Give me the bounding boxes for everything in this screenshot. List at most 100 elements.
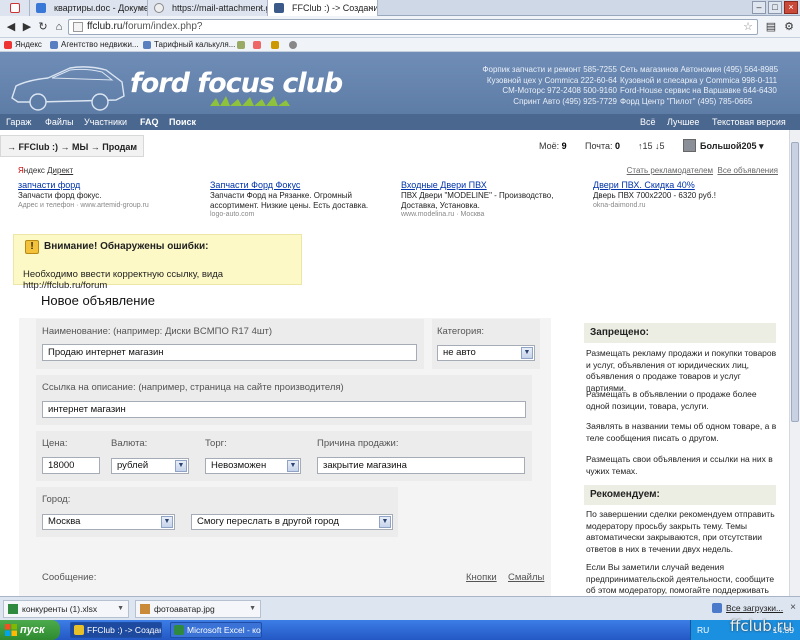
menu-all[interactable]: Всё bbox=[640, 114, 656, 130]
wrench-icon[interactable]: ⚙ bbox=[782, 20, 796, 34]
maximize-icon[interactable]: □ bbox=[768, 1, 782, 14]
stat-mail[interactable]: Почта: 0 bbox=[585, 135, 620, 157]
page-title: Новое объявление bbox=[41, 293, 155, 308]
link-input[interactable]: интернет магазин bbox=[42, 401, 526, 418]
close-tab-icon[interactable]: × bbox=[258, 0, 263, 16]
rule-text: Заявлять в названии темы об одном товаре… bbox=[586, 421, 777, 443]
menu-members[interactable]: Участники bbox=[84, 114, 127, 130]
tab-mail-attachment[interactable]: https://mail-attachment.googl × bbox=[148, 0, 268, 16]
taskbar-app-chrome[interactable]: FFClub :) -> Создан... bbox=[70, 622, 162, 638]
rule-text: Размещать в объявлении о продаже более о… bbox=[586, 389, 757, 411]
username: Большой205 ▾ bbox=[700, 141, 764, 151]
header-ad-link[interactable]: Форпик запчасти и ремонт 585-7255 bbox=[482, 65, 617, 76]
menu-faq[interactable]: FAQ bbox=[140, 114, 159, 130]
header-ad-link[interactable]: Кузовной цех у Commica 222-60-64 bbox=[482, 76, 617, 87]
language-indicator[interactable]: RU bbox=[697, 620, 709, 640]
user-menu[interactable]: Большой205 ▾ bbox=[683, 139, 764, 153]
rule-text: По завершении сделки рекомендуем отправи… bbox=[586, 509, 775, 554]
excel-file-icon bbox=[8, 604, 18, 614]
category-label: Категория: bbox=[437, 326, 485, 337]
close-window-icon[interactable]: × bbox=[784, 1, 798, 14]
price-input[interactable]: 18000 bbox=[42, 457, 100, 474]
all-downloads-label: Все загрузки... bbox=[726, 603, 784, 613]
page-scrollbar[interactable] bbox=[789, 130, 800, 596]
category-select[interactable]: не авто ▼ bbox=[437, 345, 535, 361]
bookmark-agency[interactable]: Агентство недвижи... bbox=[50, 38, 139, 52]
buttons-link[interactable]: Кнопки bbox=[466, 572, 497, 583]
menu-files[interactable]: Файлы bbox=[45, 114, 74, 130]
ad-title[interactable]: Двери ПВХ. Скидка 40% bbox=[593, 179, 778, 191]
menu-best[interactable]: Лучшее bbox=[667, 114, 699, 130]
chevron-down-icon[interactable]: ▼ bbox=[249, 601, 256, 617]
downloads-bar: конкуренты (1).xlsx ▼ фотоаватар.jpg ▼ В… bbox=[0, 596, 800, 620]
ad-url[interactable]: www.modelina.ru · Москва bbox=[401, 210, 586, 220]
tab-docs[interactable]: квартиры.doc - Документы × bbox=[30, 0, 148, 16]
bookmark-yandex[interactable]: Яндекс bbox=[4, 38, 42, 52]
header-ad-link[interactable]: Форд Центр "Пилот" (495) 785-0665 bbox=[620, 97, 778, 108]
address-bar[interactable]: ffclub.ru/forum/index.php? ☆ bbox=[68, 19, 758, 35]
site-logo[interactable]: ford focus club bbox=[130, 68, 343, 99]
menu-text-version[interactable]: Текстовая версия bbox=[712, 114, 786, 130]
download-item[interactable]: конкуренты (1).xlsx ▼ bbox=[3, 600, 129, 618]
chevron-down-icon[interactable]: ▼ bbox=[117, 601, 124, 617]
taskbar-app-excel[interactable]: Microsoft Excel - кон... bbox=[170, 622, 262, 638]
bookmark-tariff[interactable]: Тарифный калькуля... bbox=[143, 38, 235, 52]
header-ads-right: Сеть магазинов Автономия (495) 564-8985 … bbox=[620, 65, 778, 107]
reason-input[interactable]: закрытие магазина bbox=[317, 457, 525, 474]
scrollbar-thumb[interactable] bbox=[791, 142, 799, 422]
stat-label: Почта: bbox=[585, 141, 613, 151]
window-controls: – □ × bbox=[752, 1, 798, 14]
breadcrumb[interactable]: → FFClub :) → МЫ → Продам bbox=[0, 135, 145, 157]
start-button[interactable]: пуск bbox=[0, 620, 60, 640]
tab-ffclub[interactable]: FFClub :) -> Создание новой × bbox=[268, 0, 378, 16]
yandex-direct-label[interactable]: Яндекс Директ bbox=[18, 166, 73, 175]
menu-search[interactable]: Поиск bbox=[169, 114, 196, 130]
all-ads-link[interactable]: Все объявления bbox=[717, 166, 778, 175]
header-ad-link[interactable]: Ford-House сервис на Варшавке 644-6430 bbox=[620, 86, 778, 97]
new-tab-button[interactable] bbox=[378, 0, 418, 16]
shipping-select[interactable]: Смогу переслать в другой город ▼ bbox=[191, 514, 393, 530]
reload-icon[interactable]: ↻ bbox=[36, 20, 50, 34]
currency-select[interactable]: рублей ▼ bbox=[111, 458, 189, 474]
smileys-link[interactable]: Смайлы bbox=[508, 572, 544, 583]
price-label: Цена: bbox=[42, 438, 68, 449]
bookmark-star-icon[interactable]: ☆ bbox=[743, 20, 753, 34]
header-ad-link[interactable]: Спринт Авто (495) 925-7729 bbox=[482, 97, 617, 108]
grass-decoration-icon bbox=[210, 96, 290, 106]
stat-mine[interactable]: Моё: 9 bbox=[539, 135, 567, 157]
bookmark-icon bbox=[253, 41, 261, 49]
home-icon[interactable]: ⌂ bbox=[52, 20, 66, 34]
menu-garage[interactable]: Гараж bbox=[6, 114, 31, 130]
watermark: ffclub.ru bbox=[730, 617, 793, 635]
close-tab-icon[interactable]: × bbox=[138, 0, 143, 16]
city-select[interactable]: Москва ▼ bbox=[42, 514, 175, 530]
ad-title[interactable]: Входные Двери ПВХ bbox=[401, 179, 586, 191]
ad-block: Двери ПВХ. Скидка 40% Дверь ПВХ 700x2200… bbox=[593, 179, 778, 210]
close-icon[interactable]: × bbox=[790, 602, 796, 613]
header-ad-link[interactable]: Кузовной и слесарка у Commica 998-0-111 bbox=[620, 76, 778, 87]
header-ad-link[interactable]: СМ-Моторс 972-2408 500-9160 bbox=[482, 86, 617, 97]
become-advertiser-link[interactable]: Стать рекламодателем bbox=[627, 166, 713, 175]
bookmark-icon bbox=[271, 41, 279, 49]
ad-url[interactable]: logo-auto.com bbox=[210, 210, 395, 220]
forward-icon[interactable]: ▶ bbox=[20, 20, 34, 34]
ad-title[interactable]: запчасти форд bbox=[18, 179, 203, 191]
header-ad-link[interactable]: Сеть магазинов Автономия (495) 564-8985 bbox=[620, 65, 778, 76]
download-item[interactable]: фотоаватар.jpg ▼ bbox=[135, 600, 261, 618]
close-tab-icon[interactable]: × bbox=[368, 0, 373, 16]
tab-gmail[interactable] bbox=[0, 0, 30, 16]
bargain-select[interactable]: Невозможен ▼ bbox=[205, 458, 301, 474]
ad-url[interactable]: okna-daimond.ru bbox=[593, 201, 778, 211]
chrome-icon bbox=[74, 625, 84, 635]
ad-url[interactable]: Адрес и телефон · www.artemid-group.ru bbox=[18, 201, 203, 211]
ad-desc: ПВХ Двери "MODELINE" - Производство, Дос… bbox=[401, 191, 554, 210]
back-icon[interactable]: ◀ bbox=[4, 20, 18, 34]
car-illustration-icon bbox=[11, 66, 125, 111]
all-downloads-link[interactable]: Все загрузки... bbox=[712, 603, 783, 613]
name-input[interactable]: Продаю интернет магазин bbox=[42, 344, 417, 361]
browser-tab-bar: квартиры.doc - Документы × https://mail-… bbox=[0, 0, 800, 16]
start-label: пуск bbox=[20, 624, 45, 636]
page-menu-icon[interactable]: ▤ bbox=[764, 20, 778, 34]
ad-title[interactable]: Запчасти Форд Фокус bbox=[210, 179, 395, 191]
minimize-icon[interactable]: – bbox=[752, 1, 766, 14]
